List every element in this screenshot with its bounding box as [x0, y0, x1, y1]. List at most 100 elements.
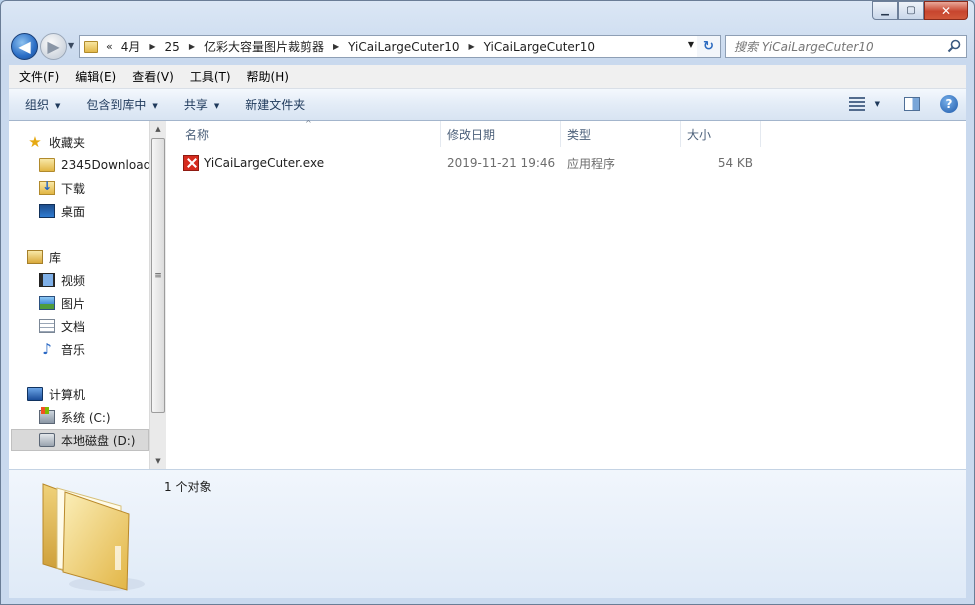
breadcrumb-4yue[interactable]: 4月 — [121, 38, 141, 55]
folder-icon — [39, 158, 55, 172]
folder-icon — [84, 40, 98, 53]
navigation-bar: ◀ ▶ ▼ « 4月 ▶ 25 ▶ 亿彩大容量图片裁剪器 ▶ YiCaiLarg… — [9, 31, 967, 61]
breadcrumb-separator-icon[interactable]: ▶ — [468, 42, 474, 51]
sidebar-item-2345downloads[interactable]: 2345Downloads — [39, 154, 149, 176]
sidebar-item-label: 2345Downloads — [61, 158, 149, 172]
organize-label: 组织 — [25, 98, 50, 112]
breadcrumb-25[interactable]: 25 — [165, 40, 180, 54]
refresh-button[interactable]: ↻ — [697, 35, 721, 58]
sidebar-item-drive-c[interactable]: 系统 (C:) — [39, 406, 111, 428]
breadcrumb-current-folder[interactable]: YiCaiLargeCuter10 — [484, 40, 595, 54]
breadcrumb-separator-icon[interactable]: ▶ — [149, 42, 155, 51]
column-header-name[interactable]: 名称 — [179, 121, 441, 147]
search-box[interactable] — [725, 35, 967, 58]
explorer-window: ▁ ▢ ✕ ◀ ▶ ▼ « 4月 ▶ 25 ▶ 亿彩大容量图片裁剪器 ▶ YiC… — [0, 0, 975, 605]
sidebar-item-music[interactable]: ♪ 音乐 — [39, 338, 85, 360]
scrollbar-thumb[interactable]: ≡ — [151, 138, 165, 413]
file-size: 54 KB — [717, 156, 753, 170]
menu-bar: 文件(F) 编辑(E) 查看(V) 工具(T) 帮助(H) — [9, 65, 966, 89]
breadcrumb-yicai-folder[interactable]: 亿彩大容量图片裁剪器 — [204, 38, 324, 55]
organize-button[interactable]: 组织 ▼ — [15, 96, 70, 113]
picture-icon — [39, 296, 55, 310]
maximize-button[interactable]: ▢ — [898, 1, 924, 20]
breadcrumb-yicailargecuter10[interactable]: YiCaiLargeCuter10 — [348, 40, 459, 54]
sidebar-item-videos[interactable]: 视频 — [39, 269, 85, 291]
sidebar-item-label: 文档 — [61, 319, 86, 334]
navigation-pane-scrollbar[interactable]: ▲ ≡ ▼ — [149, 121, 166, 469]
help-icon[interactable]: ? — [940, 95, 958, 113]
menu-file[interactable]: 文件(F) — [11, 68, 67, 85]
document-icon — [39, 319, 55, 333]
sidebar-item-label: 视频 — [61, 273, 86, 288]
breadcrumb-separator-icon[interactable]: ▶ — [333, 42, 339, 51]
search-input[interactable] — [734, 39, 934, 54]
content-area: ★ 收藏夹 2345Downloads 下载 桌面 库 视频 — [9, 119, 966, 469]
system-drive-icon — [39, 407, 55, 424]
new-folder-button[interactable]: 新建文件夹 — [235, 96, 315, 113]
close-button[interactable]: ✕ — [924, 1, 968, 20]
file-row[interactable]: YiCaiLargeCuter.exe 2019-11-21 19:46 应用程… — [179, 153, 759, 173]
search-icon[interactable] — [947, 39, 961, 53]
details-pane: 1 个对象 — [9, 469, 966, 598]
include-in-library-label: 包含到库中 — [86, 98, 147, 112]
sidebar-item-desktop[interactable]: 桌面 — [39, 200, 85, 222]
menu-help[interactable]: 帮助(H) — [239, 68, 297, 85]
file-name: YiCaiLargeCuter.exe — [204, 156, 325, 170]
menu-edit[interactable]: 编辑(E) — [67, 68, 124, 85]
caption-buttons: ▁ ▢ ✕ — [872, 1, 968, 20]
sidebar-item-libraries[interactable]: 库 — [27, 246, 61, 268]
column-header-type[interactable]: 类型 — [561, 121, 681, 147]
file-list: ^ 名称 修改日期 类型 大小 YiCaiLargeCuter.exe 2019… — [167, 119, 966, 469]
file-type: 应用程序 — [567, 156, 616, 171]
view-options-dropdown[interactable]: ▼ — [875, 100, 880, 108]
sidebar-item-label: 收藏夹 — [49, 135, 86, 150]
menu-tools[interactable]: 工具(T) — [182, 68, 239, 85]
scroll-down-icon[interactable]: ▼ — [150, 453, 166, 469]
share-button[interactable]: 共享 ▼ — [174, 96, 229, 113]
sidebar-item-label: 下载 — [61, 181, 86, 196]
computer-icon — [27, 387, 43, 401]
sidebar-item-computer[interactable]: 计算机 — [27, 383, 85, 405]
command-bar: 组织 ▼ 包含到库中 ▼ 共享 ▼ 新建文件夹 ▼ ? — [9, 89, 966, 121]
video-icon — [39, 273, 55, 287]
sidebar-item-label: 桌面 — [61, 204, 86, 219]
address-dropdown-icon[interactable]: ▼ — [688, 40, 694, 49]
file-modified: 2019-11-21 19:46 — [447, 156, 556, 170]
address-bar[interactable]: « 4月 ▶ 25 ▶ 亿彩大容量图片裁剪器 ▶ YiCaiLargeCuter… — [79, 35, 699, 58]
minimize-button[interactable]: ▁ — [872, 1, 898, 20]
change-view-icon[interactable] — [848, 97, 865, 111]
star-icon: ★ — [28, 133, 42, 151]
chevron-down-icon: ▼ — [55, 101, 61, 110]
sidebar-item-pictures[interactable]: 图片 — [39, 292, 85, 314]
music-icon: ♪ — [42, 340, 52, 358]
sidebar-item-drive-d[interactable]: 本地磁盘 (D:) — [11, 429, 149, 451]
sidebar-item-documents[interactable]: 文档 — [39, 315, 85, 337]
sidebar-item-downloads[interactable]: 下载 — [39, 177, 85, 199]
file-name-cell[interactable]: YiCaiLargeCuter.exe — [183, 153, 324, 173]
sidebar-item-label: 计算机 — [49, 387, 86, 402]
forward-button[interactable]: ▶ — [40, 33, 67, 60]
sidebar-item-label: 图片 — [61, 296, 86, 311]
downloads-folder-icon — [39, 179, 55, 195]
recent-pages-dropdown[interactable]: ▼ — [68, 41, 74, 50]
preview-pane-icon[interactable] — [904, 97, 920, 111]
column-header-modified[interactable]: 修改日期 — [441, 121, 561, 147]
menu-view[interactable]: 查看(V) — [124, 68, 182, 85]
scroll-up-icon[interactable]: ▲ — [150, 121, 166, 137]
chevron-down-icon: ▼ — [152, 101, 158, 110]
drive-icon — [39, 433, 55, 447]
navigation-pane: ★ 收藏夹 2345Downloads 下载 桌面 库 视频 — [9, 121, 149, 469]
back-button[interactable]: ◀ — [11, 33, 38, 60]
desktop-icon — [39, 204, 55, 218]
sidebar-item-label: 本地磁盘 (D:) — [61, 433, 136, 448]
column-header-size[interactable]: 大小 — [681, 121, 761, 147]
sidebar-item-label: 系统 (C:) — [61, 410, 111, 425]
folder-icon — [42, 483, 145, 591]
address-overflow-chevrons[interactable]: « — [106, 40, 113, 53]
item-count: 1 个对象 — [164, 480, 212, 494]
toolbar-right: ▼ ? — [848, 95, 958, 113]
include-in-library-button[interactable]: 包含到库中 ▼ — [76, 96, 167, 113]
sidebar-item-label: 库 — [49, 250, 62, 265]
breadcrumb-separator-icon[interactable]: ▶ — [189, 42, 195, 51]
sidebar-item-favorites[interactable]: ★ 收藏夹 — [27, 131, 85, 153]
